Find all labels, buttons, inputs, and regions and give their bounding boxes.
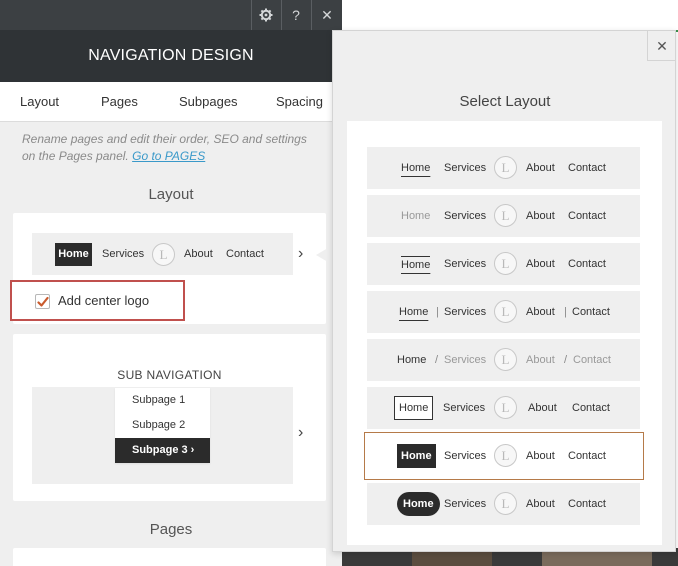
option-contact: Contact	[573, 354, 611, 366]
option-separator: |	[436, 306, 439, 318]
tab-pages[interactable]: Pages	[101, 82, 138, 122]
option-home: Home	[401, 210, 431, 222]
preview-services-item: Services	[102, 248, 145, 260]
option-about: About	[526, 450, 555, 462]
preview-about-item: About	[184, 248, 213, 260]
layout-option-2[interactable]: Home Services L About Contact	[367, 195, 640, 237]
logo-icon: L	[494, 492, 517, 515]
pages-section-title: Pages	[149, 521, 193, 538]
option-services: Services	[444, 258, 487, 270]
option-services: Services	[444, 354, 487, 366]
close-icon: ✕	[656, 38, 668, 54]
option-about: About	[526, 354, 555, 366]
sub-navigation-card: SUB NAVIGATION Subpage 1 Subpage 2 Subpa…	[13, 334, 326, 501]
option-home: Home	[397, 492, 440, 516]
layout-preview[interactable]: Home Services L About Contact	[32, 233, 293, 275]
option-services: Services	[444, 306, 487, 318]
sub-navigation-preview[interactable]: Subpage 1 Subpage 2 Subpage 3 ›	[32, 387, 293, 484]
logo-icon: L	[494, 204, 517, 227]
navigation-design-panel: ? ✕ NAVIGATION DESIGN Layout Pages Subpa…	[0, 0, 342, 566]
layout-options-list: Home Services L About Contact Home Servi…	[347, 121, 662, 545]
sub-navigation-title: SUB NAVIGATION	[117, 368, 222, 382]
logo-icon: L	[494, 300, 517, 323]
option-separator: /	[435, 354, 439, 366]
option-services: Services	[444, 450, 487, 462]
preview-home-item: Home	[55, 243, 92, 266]
option-about: About	[526, 258, 555, 270]
option-about: About	[526, 306, 555, 318]
panel-title: NAVIGATION DESIGN	[0, 30, 342, 82]
option-contact: Contact	[568, 450, 606, 462]
option-home: Home	[399, 306, 429, 318]
tab-spacing[interactable]: Spacing	[276, 82, 323, 122]
logo-icon: L	[494, 156, 517, 179]
settings-button[interactable]	[251, 0, 280, 30]
option-contact: Contact	[568, 258, 606, 270]
popup-title: Select Layout	[459, 93, 551, 110]
option-about: About	[526, 498, 555, 510]
tab-layout[interactable]: Layout	[20, 82, 59, 122]
option-contact: Contact	[568, 498, 606, 510]
option-services: Services	[444, 498, 487, 510]
layout-option-8[interactable]: Home Services L About Contact	[367, 483, 640, 525]
option-services: Services	[443, 402, 486, 414]
option-separator: /	[564, 354, 568, 366]
checkmark-icon	[37, 296, 49, 307]
layout-section-title: Layout	[148, 186, 194, 203]
option-about: About	[526, 162, 555, 174]
option-services: Services	[444, 210, 487, 222]
pages-card	[13, 548, 326, 566]
go-to-pages-link[interactable]: Go to PAGES	[132, 149, 205, 163]
layout-option-4[interactable]: Home | Services L About | Contact	[367, 291, 640, 333]
panel-tabs: Layout Pages Subpages Spacing	[0, 82, 342, 122]
gear-icon	[259, 8, 273, 22]
help-icon: ?	[292, 7, 300, 23]
tab-subpages[interactable]: Subpages	[179, 82, 238, 122]
option-contact: Contact	[568, 162, 606, 174]
option-contact: Contact	[572, 402, 610, 414]
app-root: ? ✕ NAVIGATION DESIGN Layout Pages Subpa…	[0, 0, 678, 566]
logo-icon: L	[494, 396, 517, 419]
logo-icon: L	[494, 444, 517, 467]
close-icon: ✕	[321, 7, 333, 23]
logo-icon: L	[494, 348, 517, 371]
logo-icon: L	[152, 243, 175, 266]
popup-pointer	[316, 245, 333, 265]
panel-close-button[interactable]: ✕	[311, 0, 342, 30]
subpage-item-active: Subpage 3 ›	[115, 438, 210, 463]
option-home: Home	[397, 354, 427, 366]
option-separator: |	[564, 306, 567, 318]
layout-option-5[interactable]: Home / Services L About / Contact	[367, 339, 640, 381]
panel-toolbar: ? ✕	[0, 0, 342, 30]
subpage-item: Subpage 1	[132, 394, 186, 406]
subnav-expand-chevron-icon[interactable]: ›	[298, 424, 303, 442]
center-logo-option[interactable]: Add center logo	[10, 280, 185, 321]
option-home: Home	[401, 256, 431, 273]
center-logo-label: Add center logo	[58, 293, 150, 308]
option-about: About	[526, 210, 555, 222]
option-contact: Contact	[568, 210, 606, 222]
preview-contact-item: Contact	[226, 248, 264, 260]
option-services: Services	[444, 162, 487, 174]
select-layout-popup: ✕ Select Layout Home Services L About Co…	[332, 30, 676, 552]
center-logo-checkbox[interactable]	[35, 294, 50, 309]
popup-close-button[interactable]: ✕	[647, 31, 676, 61]
layout-expand-chevron-icon[interactable]: ›	[298, 245, 303, 263]
option-home: Home	[401, 162, 431, 174]
layout-option-3[interactable]: Home Services L About Contact	[367, 243, 640, 285]
pages-info-text: Rename pages and edit their order, SEO a…	[22, 131, 322, 165]
option-about: About	[528, 402, 557, 414]
layout-option-1[interactable]: Home Services L About Contact	[367, 147, 640, 189]
option-home: Home	[397, 444, 436, 468]
logo-icon: L	[494, 252, 517, 275]
layout-option-6[interactable]: Home Services L About Contact	[367, 387, 640, 429]
subpage-menu: Subpage 1 Subpage 2 Subpage 3 ›	[115, 388, 210, 463]
option-contact: Contact	[572, 306, 610, 318]
help-button[interactable]: ?	[281, 0, 310, 30]
option-home: Home	[394, 396, 434, 420]
layout-option-7-selected[interactable]: Home Services L About Contact	[364, 432, 644, 480]
subpage-item: Subpage 2	[132, 419, 186, 431]
